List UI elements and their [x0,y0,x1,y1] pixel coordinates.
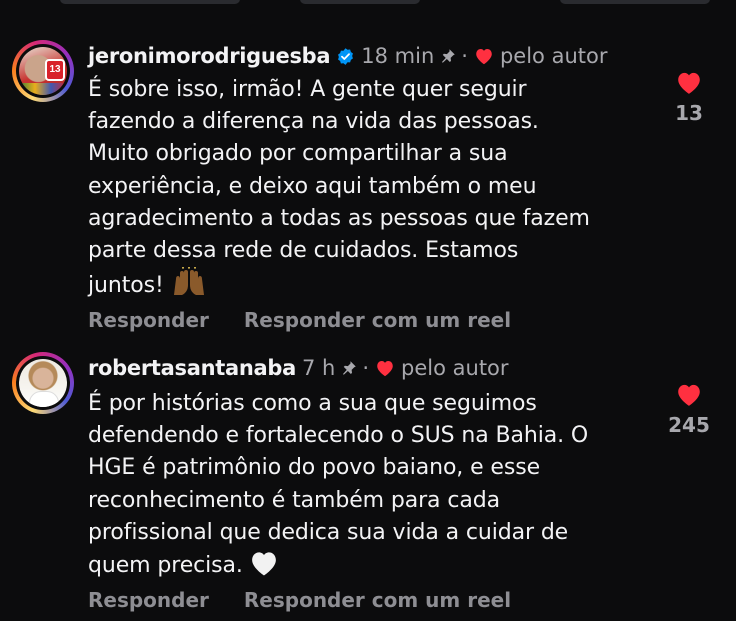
avatar-photo: 13 [19,47,67,95]
raising-hands-emoji-icon [170,265,208,307]
previous-content-fragment [0,0,736,8]
reply-button[interactable]: Responder [88,308,209,332]
comment-text: É por histórias como a sua que seguimos … [88,388,648,587]
pin-icon [343,361,357,375]
reply-with-reel-button[interactable]: Responder com um reel [244,588,511,612]
liked-by-author-heart-icon [377,361,393,377]
avatar-photo [19,359,67,407]
like-control: 13 [644,70,734,125]
reply-button[interactable]: Responder [88,588,209,612]
separator-dot: · [461,44,468,68]
username[interactable]: robertasantanaba [88,356,296,380]
like-count: 13 [675,101,703,125]
like-control: 245 [644,382,734,437]
liked-by-author-label: pelo autor [499,44,608,68]
comment-text-content: É sobre isso, irmão! A gente quer seguir… [88,77,590,299]
white-heart-emoji-icon [249,549,279,587]
comment-time: 7 h [301,356,336,380]
comment-header: jeronimorodriguesba 18 min · pelo autor [88,41,607,71]
like-heart-icon[interactable] [675,382,703,407]
comment-text-content: É por histórias como a sua que seguimos … [88,391,589,579]
avatar[interactable] [12,352,74,414]
comment-actions: Responder Responder com um reel [88,588,539,612]
separator-dot: · [362,356,370,380]
reply-with-reel-button[interactable]: Responder com um reel [244,308,511,332]
username[interactable]: jeronimorodriguesba [88,44,331,68]
liked-by-author-label: pelo autor [401,356,509,380]
comment-text: É sobre isso, irmão! A gente quer seguir… [88,74,648,307]
comment-header: robertasantanaba 7 h · pelo autor [88,353,509,383]
verified-badge-icon [338,47,354,65]
like-count: 245 [668,413,710,437]
liked-by-author-heart-icon [476,49,492,65]
avatar[interactable]: 13 [12,40,74,102]
comment-actions: Responder Responder com um reel [88,308,539,332]
like-heart-icon[interactable] [675,70,703,95]
pin-icon [442,49,456,63]
comment-time: 18 min [361,44,435,68]
